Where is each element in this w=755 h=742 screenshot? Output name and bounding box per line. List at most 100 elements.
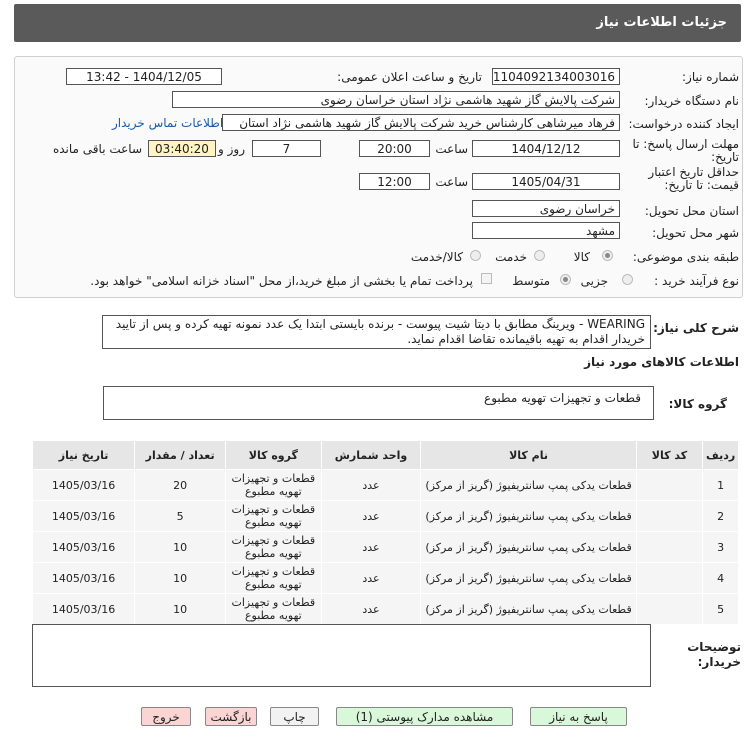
col-header-qty: تعداد / مقدار [134,440,227,470]
city-label: شهر محل تحویل: [652,226,739,240]
min-price-date-field: 1405/04/31 [472,173,620,190]
process-label: نوع فرآیند خرید : [654,274,739,288]
col-header-group: گروه کالا [225,440,322,470]
table-row: 4 قطعات یدکی پمپ سانتریفیوژ (گریز از مرک… [31,562,739,594]
row-date: 1405/03/16 [31,500,136,532]
row-name: قطعات یدکی پمپ سانتریفیوژ (گریز از مرکز) [420,531,637,563]
category-service-radio[interactable] [534,250,545,261]
row-date: 1405/03/16 [31,531,136,563]
goods-group-value: قطعات و تجهیزات تهویه مطبوع [484,391,641,405]
buyer-notes-textarea[interactable] [32,624,651,687]
summary-label: شرح کلی نیاز: [653,321,739,335]
category-label: طبقه بندی موضوعی: [632,250,739,264]
row-code [635,562,704,594]
row-index: 1 [702,469,739,501]
col-header-unit: واحد شمارش [320,440,422,470]
exit-button[interactable]: خروج [141,707,191,726]
buyer-org-field: شرکت پالایش گاز شهید هاشمی نژاد استان خر… [172,91,620,108]
row-group: قطعات و تجهیزات تهویه مطبوع [225,562,322,594]
back-button[interactable]: بازگشت [205,707,257,726]
row-unit: عدد [320,593,422,625]
row-code [635,593,704,625]
row-code [635,531,704,563]
days-field: 7 [252,140,321,157]
creator-label: ایجاد کننده درخواست: [628,117,739,131]
goods-section-title: اطلاعات کالاهای مورد نیاز [584,355,739,369]
row-date: 1405/03/16 [31,562,136,594]
min-price-time-label: ساعت [435,175,468,189]
category-goods-label: کالا [573,250,590,264]
creator-field: فرهاد میرشاهی کارشناس خرید شرکت پالایش گ… [222,114,620,131]
treasury-payment-label: پرداخت تمام یا بخشی از مبلغ خرید،از محل … [90,274,473,288]
treasury-payment-checkbox[interactable] [481,273,492,284]
table-header-row: ردیف کد کالا نام کالا واحد شمارش گروه کا… [31,440,739,470]
need-number-label: شماره نیاز: [682,70,739,84]
row-index: 4 [702,562,739,594]
row-qty: 5 [134,500,227,532]
announce-field: 1404/12/05 - 13:42 [66,68,222,85]
row-qty: 10 [134,531,227,563]
process-minor-label: جزیی [580,274,608,288]
goods-group-label: گروه کالا: [668,397,727,411]
row-unit: عدد [320,562,422,594]
col-header-index: ردیف [702,440,739,470]
row-qty: 10 [134,562,227,594]
min-price-label: حداقل تاریخ اعتبار قیمت: تا تاریخ: [648,165,739,192]
summary-textarea[interactable]: WEARING - ویرینگ مطابق با دیتا شیت پیوست… [102,315,651,349]
days-label: روز و [218,142,245,156]
row-index: 5 [702,593,739,625]
view-attachments-button[interactable]: مشاهده مدارک پیوستی (1) [336,707,513,726]
row-unit: عدد [320,469,422,501]
row-name: قطعات یدکی پمپ سانتریفیوژ (گریز از مرکز) [420,562,637,594]
process-minor-radio[interactable] [622,274,633,285]
goods-table: ردیف کد کالا نام کالا واحد شمارش گروه کا… [31,440,739,625]
row-name: قطعات یدکی پمپ سانتریفیوژ (گریز از مرکز) [420,469,637,501]
row-group: قطعات و تجهیزات تهویه مطبوع [225,469,322,501]
row-group: قطعات و تجهیزات تهویه مطبوع [225,500,322,532]
deadline-date-field: 1404/12/12 [472,140,620,157]
category-goods-radio[interactable] [602,250,613,261]
goods-group-box: قطعات و تجهیزات تهویه مطبوع [103,386,654,420]
row-index: 2 [702,500,739,532]
table-row: 2 قطعات یدکی پمپ سانتریفیوژ (گریز از مرک… [31,500,739,532]
table-row: 5 قطعات یدکی پمپ سانتریفیوژ (گریز از مرک… [31,593,739,625]
province-label: استان محل تحویل: [644,204,739,218]
row-qty: 20 [134,469,227,501]
col-header-date: تاریخ نیاز [31,440,136,470]
process-medium-label: متوسط [512,274,550,288]
row-name: قطعات یدکی پمپ سانتریفیوژ (گریز از مرکز) [420,593,637,625]
col-header-name: نام کالا [420,440,637,470]
table-row: 3 قطعات یدکی پمپ سانتریفیوژ (گریز از مرک… [31,531,739,563]
province-field: خراسان رضوی [472,200,620,217]
row-name: قطعات یدکی پمپ سانتریفیوژ (گریز از مرکز) [420,500,637,532]
page-header: جزئیات اطلاعات نیاز [14,4,741,42]
row-code [635,469,704,501]
announce-label: تاریخ و ساعت اعلان عمومی: [337,70,482,84]
remaining-label: ساعت باقی مانده [52,142,142,156]
row-code [635,500,704,532]
row-unit: عدد [320,500,422,532]
need-number-field: 1104092134003016 [492,68,620,85]
category-both-label: کالا/خدمت [410,250,463,264]
page-title: جزئیات اطلاعات نیاز [596,15,727,30]
deadline-label: مهلت ارسال پاسخ: تا تاریخ: [632,137,739,164]
table-row: 1 قطعات یدکی پمپ سانتریفیوژ (گریز از مرک… [31,469,739,501]
row-group: قطعات و تجهیزات تهویه مطبوع [225,531,322,563]
row-unit: عدد [320,531,422,563]
category-both-radio[interactable] [470,250,481,261]
col-header-code: کد کالا [635,440,704,470]
reply-button[interactable]: پاسخ به نیاز [530,707,627,726]
print-button[interactable]: چاپ [270,707,319,726]
row-group: قطعات و تجهیزات تهویه مطبوع [225,593,322,625]
deadline-time-label: ساعت [435,142,468,156]
buyer-notes-label: توضیحات خریدار: [687,640,741,669]
remaining-time-field: 03:40:20 [148,140,216,157]
min-price-time-field: 12:00 [359,173,430,190]
contact-buyer-link[interactable]: اطلاعات تماس خریدار [112,116,223,130]
row-date: 1405/03/16 [31,469,136,501]
row-index: 3 [702,531,739,563]
process-medium-radio[interactable] [560,274,571,285]
city-field: مشهد [472,222,620,239]
category-service-label: خدمت [495,250,527,264]
buyer-org-label: نام دستگاه خریدار: [644,94,740,108]
